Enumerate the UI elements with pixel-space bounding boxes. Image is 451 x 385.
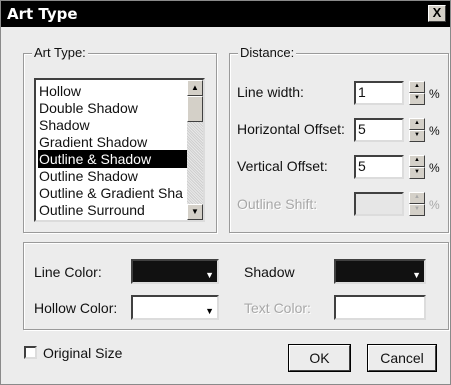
triangle-down-icon: ▼	[191, 207, 199, 216]
spin-down-button: ▼	[409, 204, 425, 216]
dropdown-arrow-icon: ▼	[205, 270, 214, 280]
outline-shift-label: Outline Shift:	[237, 196, 318, 212]
line-width-label: Line width:	[237, 84, 304, 100]
triangle-up-icon: ▲	[414, 157, 420, 163]
horizontal-offset-unit: %	[429, 124, 440, 138]
triangle-up-icon: ▲	[414, 120, 420, 126]
dropdown-arrow-icon: ▼	[412, 270, 421, 280]
distance-group-label: Distance:	[238, 45, 297, 60]
art-type-dialog: Art Type X Art Type: Hollow Double Shado…	[0, 0, 451, 385]
spin-up-button[interactable]: ▲	[409, 81, 425, 93]
original-size-label: Original Size	[43, 345, 123, 361]
list-item[interactable]: Hollow	[38, 82, 187, 100]
vertical-offset-unit: %	[429, 161, 440, 175]
triangle-up-icon: ▲	[414, 83, 420, 89]
spin-down-button[interactable]: ▼	[409, 167, 425, 179]
line-color-dropdown[interactable]: ▼	[131, 259, 219, 284]
line-color-label: Line Color:	[34, 264, 102, 280]
outline-shift-unit: %	[429, 198, 440, 212]
line-width-unit: %	[429, 87, 440, 101]
line-width-spinner[interactable]: ▲ ▼	[409, 81, 425, 105]
outline-shift-spinner: ▲ ▼	[409, 192, 425, 216]
triangle-up-icon: ▲	[414, 194, 420, 200]
art-type-listbox[interactable]: Hollow Double Shadow Shadow Gradient Sha…	[34, 78, 205, 222]
hollow-color-dropdown[interactable]: ▼	[131, 295, 219, 320]
shadow-label: Shadow	[244, 264, 295, 280]
original-size-checkbox[interactable]	[24, 346, 37, 359]
list-item[interactable]: Outline Shadow	[38, 167, 187, 185]
cancel-button[interactable]: Cancel	[367, 344, 437, 372]
outline-shift-input	[354, 192, 404, 216]
ok-button[interactable]: OK	[288, 344, 351, 372]
scroll-thumb[interactable]	[187, 96, 203, 122]
line-width-input[interactable]: 1	[354, 81, 404, 105]
list-scrollbar[interactable]: ▲ ▼	[187, 80, 203, 220]
spin-up-button[interactable]: ▲	[409, 118, 425, 130]
spin-up-button: ▲	[409, 192, 425, 204]
window-title: Art Type	[7, 5, 78, 23]
spin-down-button[interactable]: ▼	[409, 93, 425, 105]
list-item[interactable]: Gradient Shadow	[38, 133, 187, 151]
triangle-up-icon: ▲	[191, 83, 199, 92]
close-button[interactable]: X	[428, 5, 446, 22]
triangle-down-icon: ▼	[414, 95, 420, 101]
horizontal-offset-label: Horizontal Offset:	[237, 121, 345, 137]
vertical-offset-spinner[interactable]: ▲ ▼	[409, 155, 425, 179]
triangle-down-icon: ▼	[414, 132, 420, 138]
horizontal-offset-input[interactable]: 5	[354, 118, 404, 142]
triangle-down-icon: ▼	[414, 206, 420, 212]
dropdown-arrow-icon: ▼	[205, 306, 214, 316]
shadow-color-dropdown[interactable]: ▼	[334, 259, 426, 284]
list-item[interactable]: Double Shadow	[38, 99, 187, 117]
list-item[interactable]: Shadow	[38, 116, 187, 134]
list-item[interactable]: Outline & Gradient Sha	[38, 184, 187, 202]
scroll-down-button[interactable]: ▼	[187, 204, 203, 220]
spin-down-button[interactable]: ▼	[409, 130, 425, 142]
list-item-selected[interactable]: Outline & Shadow	[38, 150, 187, 168]
title-bar[interactable]: Art Type X	[1, 1, 450, 27]
spin-up-button[interactable]: ▲	[409, 155, 425, 167]
horizontal-offset-spinner[interactable]: ▲ ▼	[409, 118, 425, 142]
list-item[interactable]: Outline Surround	[38, 201, 187, 219]
close-icon: X	[432, 5, 442, 20]
hollow-color-label: Hollow Color:	[34, 300, 118, 316]
triangle-down-icon: ▼	[414, 169, 420, 175]
art-type-group-label: Art Type:	[32, 45, 88, 60]
scroll-up-button[interactable]: ▲	[187, 80, 203, 96]
text-color-box	[334, 295, 426, 320]
text-color-label: Text Color:	[244, 300, 311, 316]
vertical-offset-input[interactable]: 5	[354, 155, 404, 179]
vertical-offset-label: Vertical Offset:	[237, 158, 328, 174]
